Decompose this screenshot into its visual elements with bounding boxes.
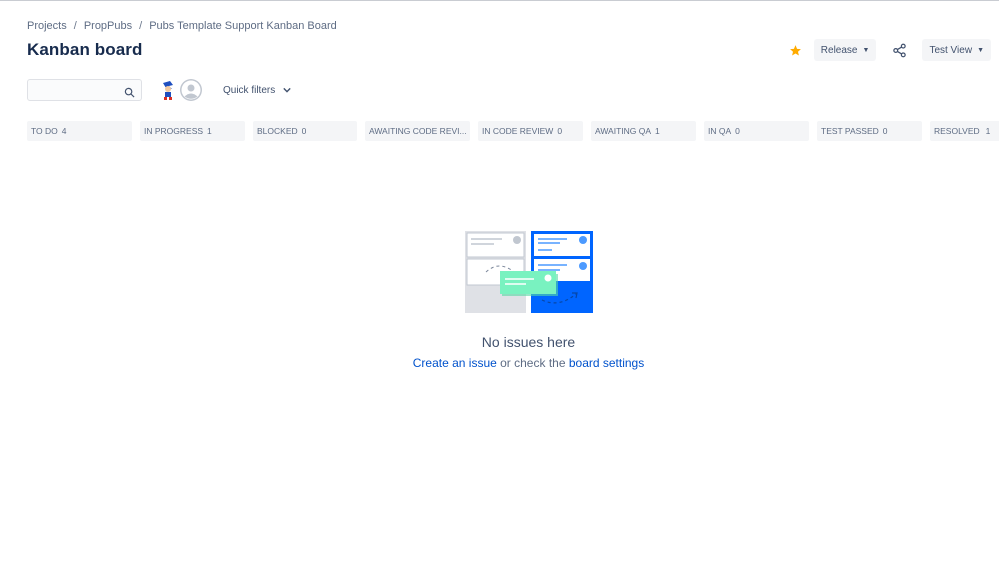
column-count: 0 bbox=[301, 126, 307, 136]
search-icon bbox=[124, 85, 135, 98]
chevron-down-icon: ▼ bbox=[977, 46, 984, 54]
column-name: TEST PASSED bbox=[821, 126, 879, 136]
empty-state-middle-text: or check the bbox=[496, 356, 569, 370]
column-header-in-code-review[interactable]: IN CODE REVIEW 0 bbox=[478, 121, 583, 141]
column-count: 1 bbox=[985, 126, 991, 136]
breadcrumb-board[interactable]: Pubs Template Support Kanban Board bbox=[149, 20, 337, 32]
share-icon[interactable] bbox=[889, 40, 909, 60]
board-columns: TO DO 4 IN PROGRESS 1 BLOCKED 0 AWAITING CO… bbox=[27, 121, 999, 141]
quick-filters-dropdown[interactable]: Quick filters bbox=[223, 85, 291, 96]
search-input[interactable] bbox=[27, 79, 142, 101]
breadcrumb-separator: / bbox=[139, 20, 143, 32]
avatar[interactable] bbox=[180, 79, 202, 101]
column-name: TO DO bbox=[31, 126, 58, 136]
column-count: 0 bbox=[735, 126, 740, 136]
board-settings-link[interactable]: board settings bbox=[569, 356, 644, 370]
column-header-awaiting-code-review[interactable]: AWAITING CODE REVI...0 bbox=[365, 121, 470, 141]
page-title: Kanban board bbox=[27, 40, 143, 59]
column-header-blocked[interactable]: BLOCKED 0 bbox=[253, 121, 357, 141]
avatar[interactable] bbox=[157, 79, 179, 101]
column-name: IN QA bbox=[708, 126, 732, 136]
column-header-in-qa[interactable]: IN QA 0 bbox=[704, 121, 809, 141]
column-header-resolved[interactable]: RESOLVED 1 bbox=[930, 121, 999, 141]
column-name: AWAITING CODE REVI... bbox=[369, 126, 467, 136]
view-selector-label: Test View bbox=[929, 44, 973, 56]
column-count: 1 bbox=[655, 126, 660, 136]
column-name: AWAITING QA bbox=[595, 126, 652, 136]
column-name: RESOLVED bbox=[934, 126, 980, 136]
create-issue-link[interactable]: Create an issue bbox=[413, 356, 497, 370]
release-button[interactable]: Release ▼ bbox=[813, 39, 877, 61]
column-count: 4 bbox=[61, 126, 67, 136]
star-icon[interactable] bbox=[788, 42, 804, 58]
assignee-avatars bbox=[157, 79, 202, 101]
column-header-awaiting-qa[interactable]: AWAITING QA 1 bbox=[591, 121, 696, 141]
view-selector-button[interactable]: Test View ▼ bbox=[922, 39, 991, 61]
empty-board-illustration bbox=[464, 230, 594, 314]
chevron-down-icon bbox=[283, 86, 291, 95]
column-header-in-progress[interactable]: IN PROGRESS 1 bbox=[140, 121, 245, 141]
column-header-test-passed[interactable]: TEST PASSED 0 bbox=[817, 121, 922, 141]
column-name: IN PROGRESS bbox=[144, 126, 204, 136]
empty-state-title: No issues here bbox=[481, 334, 576, 350]
breadcrumb-separator: / bbox=[73, 20, 77, 32]
board-toolbar: Quick filters bbox=[27, 79, 291, 101]
column-header-todo[interactable]: TO DO 4 bbox=[27, 121, 132, 141]
chevron-down-icon: ▼ bbox=[862, 46, 870, 54]
breadcrumb-projects[interactable]: Projects bbox=[27, 20, 67, 32]
empty-state-message: Create an issue or check the board setti… bbox=[413, 356, 644, 370]
top-border bbox=[0, 0, 999, 1]
header-actions: Release ▼ Test View ▼ bbox=[788, 39, 991, 61]
quick-filters-label: Quick filters bbox=[223, 84, 276, 96]
column-count: 0 bbox=[882, 126, 888, 136]
column-count: 0 bbox=[557, 126, 563, 136]
column-name: IN CODE REVIEW bbox=[482, 126, 554, 136]
empty-state: No issues here Create an issue or check … bbox=[0, 230, 999, 370]
breadcrumb: Projects / PropPubs / Pubs Template Supp… bbox=[27, 20, 337, 32]
column-count: 1 bbox=[207, 126, 212, 136]
breadcrumb-proppubs[interactable]: PropPubs bbox=[84, 20, 132, 32]
column-name: BLOCKED bbox=[257, 126, 298, 136]
release-label: Release bbox=[820, 44, 858, 56]
